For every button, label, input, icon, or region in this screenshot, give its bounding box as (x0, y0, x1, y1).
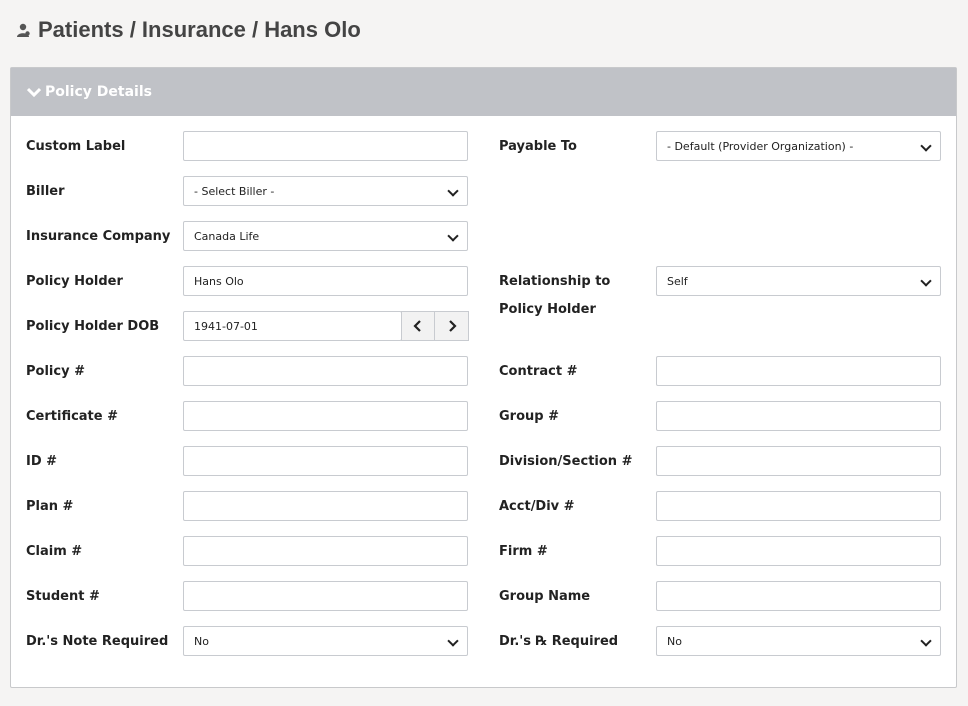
custom-label-input[interactable] (183, 131, 468, 161)
insurance-company-select[interactable]: Canada Life (183, 221, 468, 251)
student-num-input[interactable] (183, 581, 468, 611)
id-num-input[interactable] (183, 446, 468, 476)
certificate-num-label: Certificate # (26, 409, 119, 424)
dr-note-value: No (194, 634, 209, 648)
user-icon (16, 22, 32, 38)
group-name-label: Group Name (499, 589, 591, 604)
chevron-left-icon (413, 320, 421, 332)
biller-value: - Select Biller - (194, 184, 275, 198)
firm-num-input[interactable] (656, 536, 941, 566)
policy-num-input[interactable] (183, 356, 468, 386)
student-num-label: Student # (26, 589, 100, 604)
policy-holder-input[interactable]: Hans Olo (183, 266, 468, 296)
biller-select[interactable]: - Select Biller - (183, 176, 468, 206)
prev-date-button[interactable] (401, 311, 435, 341)
relationship-value: Self (667, 274, 688, 288)
panel-title: Policy Details (45, 84, 152, 100)
division-section-input[interactable] (656, 446, 941, 476)
policy-holder-label: Policy Holder (26, 274, 123, 289)
chevron-down-icon[interactable] (26, 85, 42, 99)
next-date-button[interactable] (435, 311, 469, 341)
insurance-company-label: Insurance Company (26, 229, 171, 244)
policy-holder-dob-label: Policy Holder DOB (26, 319, 160, 334)
contract-num-input[interactable] (656, 356, 941, 386)
plan-num-label: Plan # (26, 499, 74, 514)
acct-div-label: Acct/Div # (499, 499, 575, 514)
policy-holder-dob-input[interactable]: 1941-07-01 (183, 311, 402, 341)
id-num-label: ID # (26, 454, 58, 469)
group-num-input[interactable] (656, 401, 941, 431)
division-section-label: Division/Section # (499, 454, 633, 469)
firm-num-label: Firm # (499, 544, 548, 559)
dob-nav-buttons (401, 311, 469, 341)
contract-num-label: Contract # (499, 364, 578, 379)
dr-rx-select[interactable]: No (656, 626, 941, 656)
acct-div-input[interactable] (656, 491, 941, 521)
dr-rx-value: No (667, 634, 682, 648)
dr-note-label: Dr.'s Note Required (26, 634, 169, 649)
page-header: Patients / Insurance / Hans Olo (16, 14, 361, 46)
policy-num-label: Policy # (26, 364, 85, 379)
claim-num-label: Claim # (26, 544, 83, 559)
relationship-label-line2: Policy Holder (499, 302, 596, 317)
panel-heading[interactable]: Policy Details (11, 68, 956, 116)
insurance-company-value: Canada Life (194, 229, 260, 243)
chevron-right-icon (448, 320, 457, 332)
dr-rx-label: Dr.'s ℞ Required (499, 634, 619, 649)
payable-to-select[interactable]: - Default (Provider Organization) - (656, 131, 941, 161)
dr-note-select[interactable]: No (183, 626, 468, 656)
biller-label: Biller (26, 184, 65, 199)
payable-to-value: - Default (Provider Organization) - (667, 139, 854, 153)
page-title: Patients / Insurance / Hans Olo (38, 17, 361, 42)
relationship-label-line1: Relationship to (499, 274, 611, 289)
claim-num-input[interactable] (183, 536, 468, 566)
group-name-input[interactable] (656, 581, 941, 611)
custom-label-label: Custom Label (26, 139, 126, 154)
relationship-select[interactable]: Self (656, 266, 941, 296)
group-num-label: Group # (499, 409, 559, 424)
plan-num-input[interactable] (183, 491, 468, 521)
payable-to-label: Payable To (499, 139, 577, 154)
certificate-num-input[interactable] (183, 401, 468, 431)
